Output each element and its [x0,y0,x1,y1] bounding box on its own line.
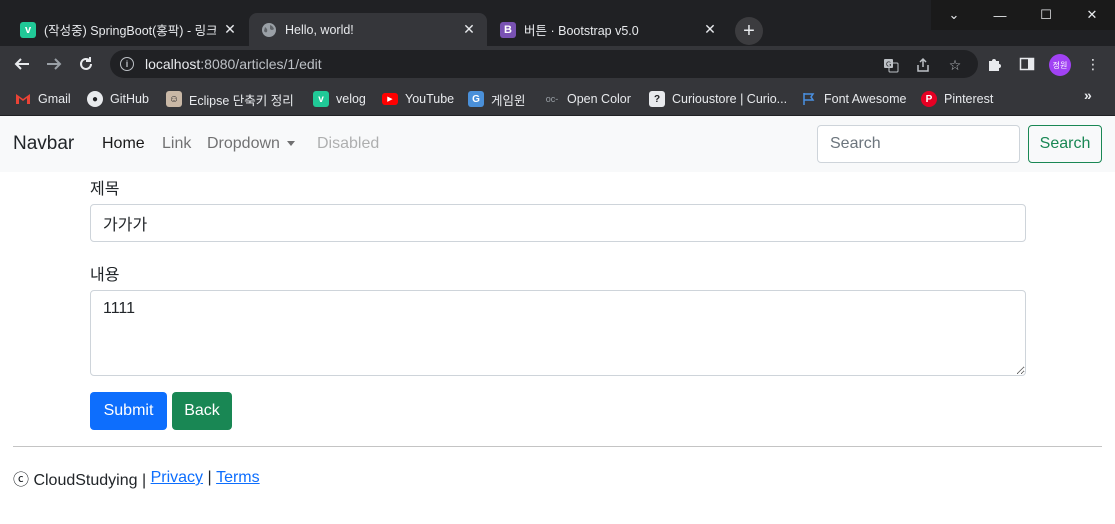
bookmark-label: Eclipse 단축키 정리 [189,93,294,108]
new-tab-button[interactable]: + [735,17,763,45]
forward-arrow-icon[interactable] [40,50,68,78]
minimize-icon[interactable]: — [977,0,1023,30]
menu-kebab-icon[interactable]: ⋮ [1084,55,1102,73]
bookmark-star-icon[interactable]: ☆ [946,56,964,74]
nav-disabled: Disabled [317,135,380,152]
bookmark-opencolor[interactable]: oc- Open Color [544,89,631,109]
g-icon: G [468,91,484,107]
gmail-icon [15,91,31,107]
bookmark-label: Pinterest [944,92,994,106]
bookmark-label: Curioustore | Curio... [672,92,788,106]
search-input[interactable] [817,125,1020,163]
tab-title: (작성중) SpringBoot(홍팍) - 링크 [44,24,216,38]
url-text: localhost:8080/articles/1/edit [145,56,322,72]
bookmark-github[interactable]: ● GitHub [87,89,149,109]
caret-down-icon [286,141,295,147]
title-input[interactable] [90,204,1026,242]
bookmark-label: YouTube [405,92,455,106]
navbar-brand[interactable]: Navbar [13,133,74,155]
back-button[interactable]: Back [172,392,232,430]
bookmark-youtube[interactable]: ▶ YouTube [382,89,454,109]
bookmark-label: velog [336,92,366,106]
bookmark-eclipse[interactable]: ☺ Eclipse 단축키 정리 [166,89,294,109]
pinterest-icon: P [921,91,937,107]
profile-avatar[interactable]: 정원 [1049,54,1071,76]
footer: ⓒ CloudStudying | Privacy | Terms [13,466,260,490]
browser-tabstrip: v (작성중) SpringBoot(홍팍) - 링크 ✕ Hello, wor… [0,0,1115,46]
browser-toolbar: i localhost:8080/articles/1/edit G ☆ ⋮ [0,46,1115,82]
velog-icon: v [20,21,36,38]
bookmark-velog[interactable]: v velog [313,89,366,109]
github-icon: ● [87,91,103,107]
maximize-icon[interactable]: ☐ [1023,0,1069,30]
velog-icon: v [313,91,329,107]
privacy-link[interactable]: Privacy [151,469,203,487]
tab-title: 버튼 · Bootstrap v5.0 [524,24,639,38]
close-icon[interactable]: ✕ [702,21,718,38]
translate-icon[interactable]: G [882,56,900,74]
reload-icon[interactable] [72,50,100,78]
bookmark-label: Gmail [38,92,71,106]
terms-link[interactable]: Terms [216,469,260,487]
address-bar[interactable]: i localhost:8080/articles/1/edit G ☆ [110,50,978,78]
side-panel-icon[interactable] [1018,55,1036,73]
close-icon[interactable]: ✕ [222,21,238,38]
bookmark-label: GitHub [110,92,149,106]
nav-link[interactable]: Link [162,135,191,153]
bookmarks-bar: Gmail ● GitHub ☺ Eclipse 단축키 정리 v velog … [0,82,1115,116]
bootstrap-icon: B [500,21,516,38]
browser-tab[interactable]: v (작성중) SpringBoot(홍팍) - 링크 ✕ [8,13,248,46]
bookmark-fontawesome[interactable]: Font Awesome [801,89,906,109]
browser-tab-active[interactable]: Hello, world! ✕ [249,13,487,46]
bookmark-label: Font Awesome [824,92,907,106]
close-icon[interactable]: ✕ [461,21,477,38]
bookmark-pinterest[interactable]: P Pinterest [921,89,993,109]
footer-divider [13,446,1102,447]
content-label: 내용 [90,267,120,284]
browser-tab[interactable]: B 버튼 · Bootstrap v5.0 ✕ [488,13,728,46]
back-arrow-icon[interactable] [8,50,36,78]
bookmark-label: Open Color [567,92,631,106]
title-label: 제목 [90,181,120,198]
submit-button[interactable]: Submit [90,392,167,430]
bookmark-curioustore[interactable]: ? Curioustore | Curio... [649,89,787,109]
info-icon[interactable]: i [120,57,134,71]
extensions-icon[interactable] [986,55,1004,73]
content-textarea[interactable]: 1111 [90,290,1026,376]
bookmarks-overflow-icon[interactable]: » [1084,87,1092,103]
question-icon: ? [649,91,665,107]
tab-title: Hello, world! [285,22,354,37]
tab-search-icon[interactable]: ⌄ [931,0,977,30]
close-window-icon[interactable]: ✕ [1069,0,1115,30]
dropdown-label: Dropdown [207,135,280,152]
bookmark-gmail[interactable]: Gmail [15,89,71,109]
copyright-text: ⓒ CloudStudying | [13,472,151,489]
nav-dropdown[interactable]: Dropdown [207,135,295,153]
globe-icon [261,22,277,38]
nav-home[interactable]: Home [102,135,145,153]
share-icon[interactable] [914,56,932,74]
search-button[interactable]: Search [1028,125,1102,163]
avatar-icon: ☺ [166,91,182,107]
bookmark-label: 게임윈 [491,93,526,108]
footer-separator: | [203,469,217,486]
bookmark-game[interactable]: G 게임윈 [468,89,526,109]
oc-icon: oc- [545,94,559,104]
flag-icon [801,91,817,107]
page-navbar: Navbar Home Link Dropdown Disabled Searc… [0,116,1115,172]
youtube-icon: ▶ [382,93,398,105]
